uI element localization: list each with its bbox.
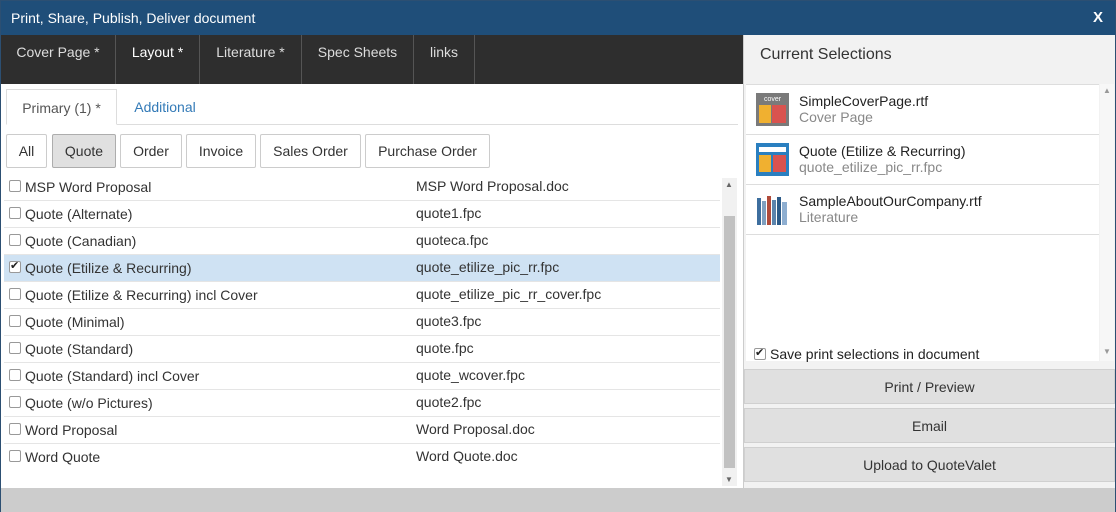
selection-subtitle: Literature xyxy=(799,209,859,225)
scroll-up-arrow-icon[interactable]: ▲ xyxy=(1103,86,1111,95)
sub-tabs: Primary (1) * Additional xyxy=(6,89,738,125)
cover-page-icon: cover xyxy=(756,93,789,126)
layout-list-scrollbar[interactable]: ▲ ▼ xyxy=(722,178,737,486)
tab-links[interactable]: links xyxy=(414,35,475,84)
layout-name: Quote (Etilize & Recurring) incl Cover xyxy=(25,287,258,303)
layout-checkbox[interactable] xyxy=(9,450,21,462)
upload-quotevalet-button[interactable]: Upload to QuoteValet xyxy=(744,447,1115,482)
tab-layout[interactable]: Layout * xyxy=(116,35,200,84)
layout-name: Quote (Standard) xyxy=(25,341,134,357)
filter-order-button[interactable]: Order xyxy=(120,134,182,168)
layout-name: Quote (Canadian) xyxy=(25,233,137,249)
layout-name: MSP Word Proposal xyxy=(25,179,152,195)
layout-checkbox[interactable] xyxy=(9,234,21,246)
subtab-additional[interactable]: Additional xyxy=(119,89,211,125)
selection-subtitle: Cover Page xyxy=(799,109,873,125)
layout-file: quote_wcover.fpc xyxy=(416,367,525,383)
save-selections-checkbox[interactable] xyxy=(754,346,766,360)
layout-row[interactable]: Quote (Canadian) quoteca.fpc xyxy=(4,228,720,255)
current-selections-header: Current Selections xyxy=(760,46,892,63)
layout-checkbox[interactable] xyxy=(9,207,21,219)
layout-checkbox[interactable] xyxy=(9,396,21,408)
close-button[interactable]: X xyxy=(1093,9,1103,26)
filter-invoice-button[interactable]: Invoice xyxy=(186,134,256,168)
print-preview-button[interactable]: Print / Preview xyxy=(744,369,1115,404)
layout-checkbox[interactable] xyxy=(9,369,21,381)
layout-file: quote_etilize_pic_rr.fpc xyxy=(416,259,560,275)
scrollbar-thumb[interactable] xyxy=(724,216,735,468)
subtab-primary[interactable]: Primary (1) * xyxy=(6,89,117,125)
selection-subtitle: quote_etilize_pic_rr.fpc xyxy=(799,159,943,175)
layout-name: Word Proposal xyxy=(25,422,118,438)
layout-name: Quote (Minimal) xyxy=(25,314,125,330)
selection-item-layout[interactable]: Quote (Etilize & Recurring) quote_etiliz… xyxy=(746,135,1099,185)
selections-list: cover SimpleCoverPage.rtf Cover Page Quo… xyxy=(746,84,1099,361)
title-bar: Print, Share, Publish, Deliver document … xyxy=(1,1,1115,35)
save-selections-label: Save print selections in document xyxy=(770,346,980,362)
svg-text:cover: cover xyxy=(764,96,782,103)
layout-row-selected[interactable]: Quote (Etilize & Recurring) quote_etiliz… xyxy=(4,255,720,282)
dialog-window: Print, Share, Publish, Deliver document … xyxy=(0,0,1116,512)
layout-file: quote_etilize_pic_rr_cover.fpc xyxy=(416,286,602,302)
dialog-title: Print, Share, Publish, Deliver document xyxy=(11,10,256,26)
layout-row[interactable]: Word Proposal Word Proposal.doc xyxy=(4,417,720,444)
layout-row[interactable]: Quote (Standard) quote.fpc xyxy=(4,336,720,363)
layout-name: Quote (Etilize & Recurring) xyxy=(25,260,192,276)
bottom-status-bar xyxy=(1,488,1115,512)
selection-title: SimpleCoverPage.rtf xyxy=(799,93,929,109)
layout-icon xyxy=(756,143,789,176)
layout-checkbox[interactable] xyxy=(9,315,21,327)
filter-quote-button[interactable]: Quote xyxy=(52,134,116,168)
layout-file: quote.fpc xyxy=(416,340,474,356)
layout-file: MSP Word Proposal.doc xyxy=(416,178,569,194)
layout-checkbox[interactable] xyxy=(9,288,21,300)
tab-cover-page[interactable]: Cover Page * xyxy=(1,35,116,84)
layout-row[interactable]: Quote (Alternate) quote1.fpc xyxy=(4,201,720,228)
layout-file: quoteca.fpc xyxy=(416,232,489,248)
layout-file: Word Quote.doc xyxy=(416,448,518,464)
scroll-down-arrow-icon[interactable]: ▼ xyxy=(1103,347,1111,356)
layout-checkbox[interactable] xyxy=(9,423,21,435)
layout-row[interactable]: Quote (Etilize & Recurring) incl Cover q… xyxy=(4,282,720,309)
layout-row[interactable]: Word Quote Word Quote.doc xyxy=(4,444,720,471)
scroll-up-arrow-icon[interactable]: ▲ xyxy=(725,180,733,189)
layout-name: Quote (Alternate) xyxy=(25,206,133,222)
selection-title: SampleAboutOurCompany.rtf xyxy=(799,193,982,209)
filter-purchase-order-button[interactable]: Purchase Order xyxy=(365,134,490,168)
tab-literature[interactable]: Literature * xyxy=(200,35,302,84)
selections-scrollbar[interactable]: ▲ ▼ xyxy=(1100,84,1114,361)
filter-sales-order-button[interactable]: Sales Order xyxy=(260,134,361,168)
layout-row[interactable]: Quote (Standard) incl Cover quote_wcover… xyxy=(4,363,720,390)
layout-row[interactable]: MSP Word Proposal MSP Word Proposal.doc xyxy=(4,174,720,201)
selection-item-cover-page[interactable]: cover SimpleCoverPage.rtf Cover Page xyxy=(746,85,1099,135)
layout-row[interactable]: Quote (w/o Pictures) quote2.fpc xyxy=(4,390,720,417)
tab-spec-sheets[interactable]: Spec Sheets xyxy=(302,35,414,84)
literature-books-icon xyxy=(757,196,787,225)
top-tabs: Cover Page * Layout * Literature * Spec … xyxy=(1,35,743,84)
save-selections-option[interactable]: Save print selections in document xyxy=(754,346,979,362)
selection-title: Quote (Etilize & Recurring) xyxy=(799,143,966,159)
layout-checkbox[interactable] xyxy=(9,342,21,354)
layout-file: quote1.fpc xyxy=(416,205,482,221)
layout-file: quote3.fpc xyxy=(416,313,482,329)
layout-name: Quote (w/o Pictures) xyxy=(25,395,153,411)
scroll-down-arrow-icon[interactable]: ▼ xyxy=(725,475,733,484)
current-selections-panel: Current Selections cover SimpleCoverPage… xyxy=(743,35,1115,488)
filter-all-button[interactable]: All xyxy=(6,134,47,168)
layout-name: Quote (Standard) incl Cover xyxy=(25,368,200,384)
layout-checkbox-checked[interactable] xyxy=(9,259,21,273)
layout-row[interactable]: Quote (Minimal) quote3.fpc xyxy=(4,309,720,336)
layout-list: MSP Word Proposal MSP Word Proposal.doc … xyxy=(1,174,739,488)
layout-name: Word Quote xyxy=(25,449,101,465)
layout-checkbox[interactable] xyxy=(9,180,21,192)
layout-file: Word Proposal.doc xyxy=(416,421,535,437)
layout-file: quote2.fpc xyxy=(416,394,482,410)
selection-item-literature[interactable]: SampleAboutOurCompany.rtf Literature xyxy=(746,185,1099,235)
email-button[interactable]: Email xyxy=(744,408,1115,443)
